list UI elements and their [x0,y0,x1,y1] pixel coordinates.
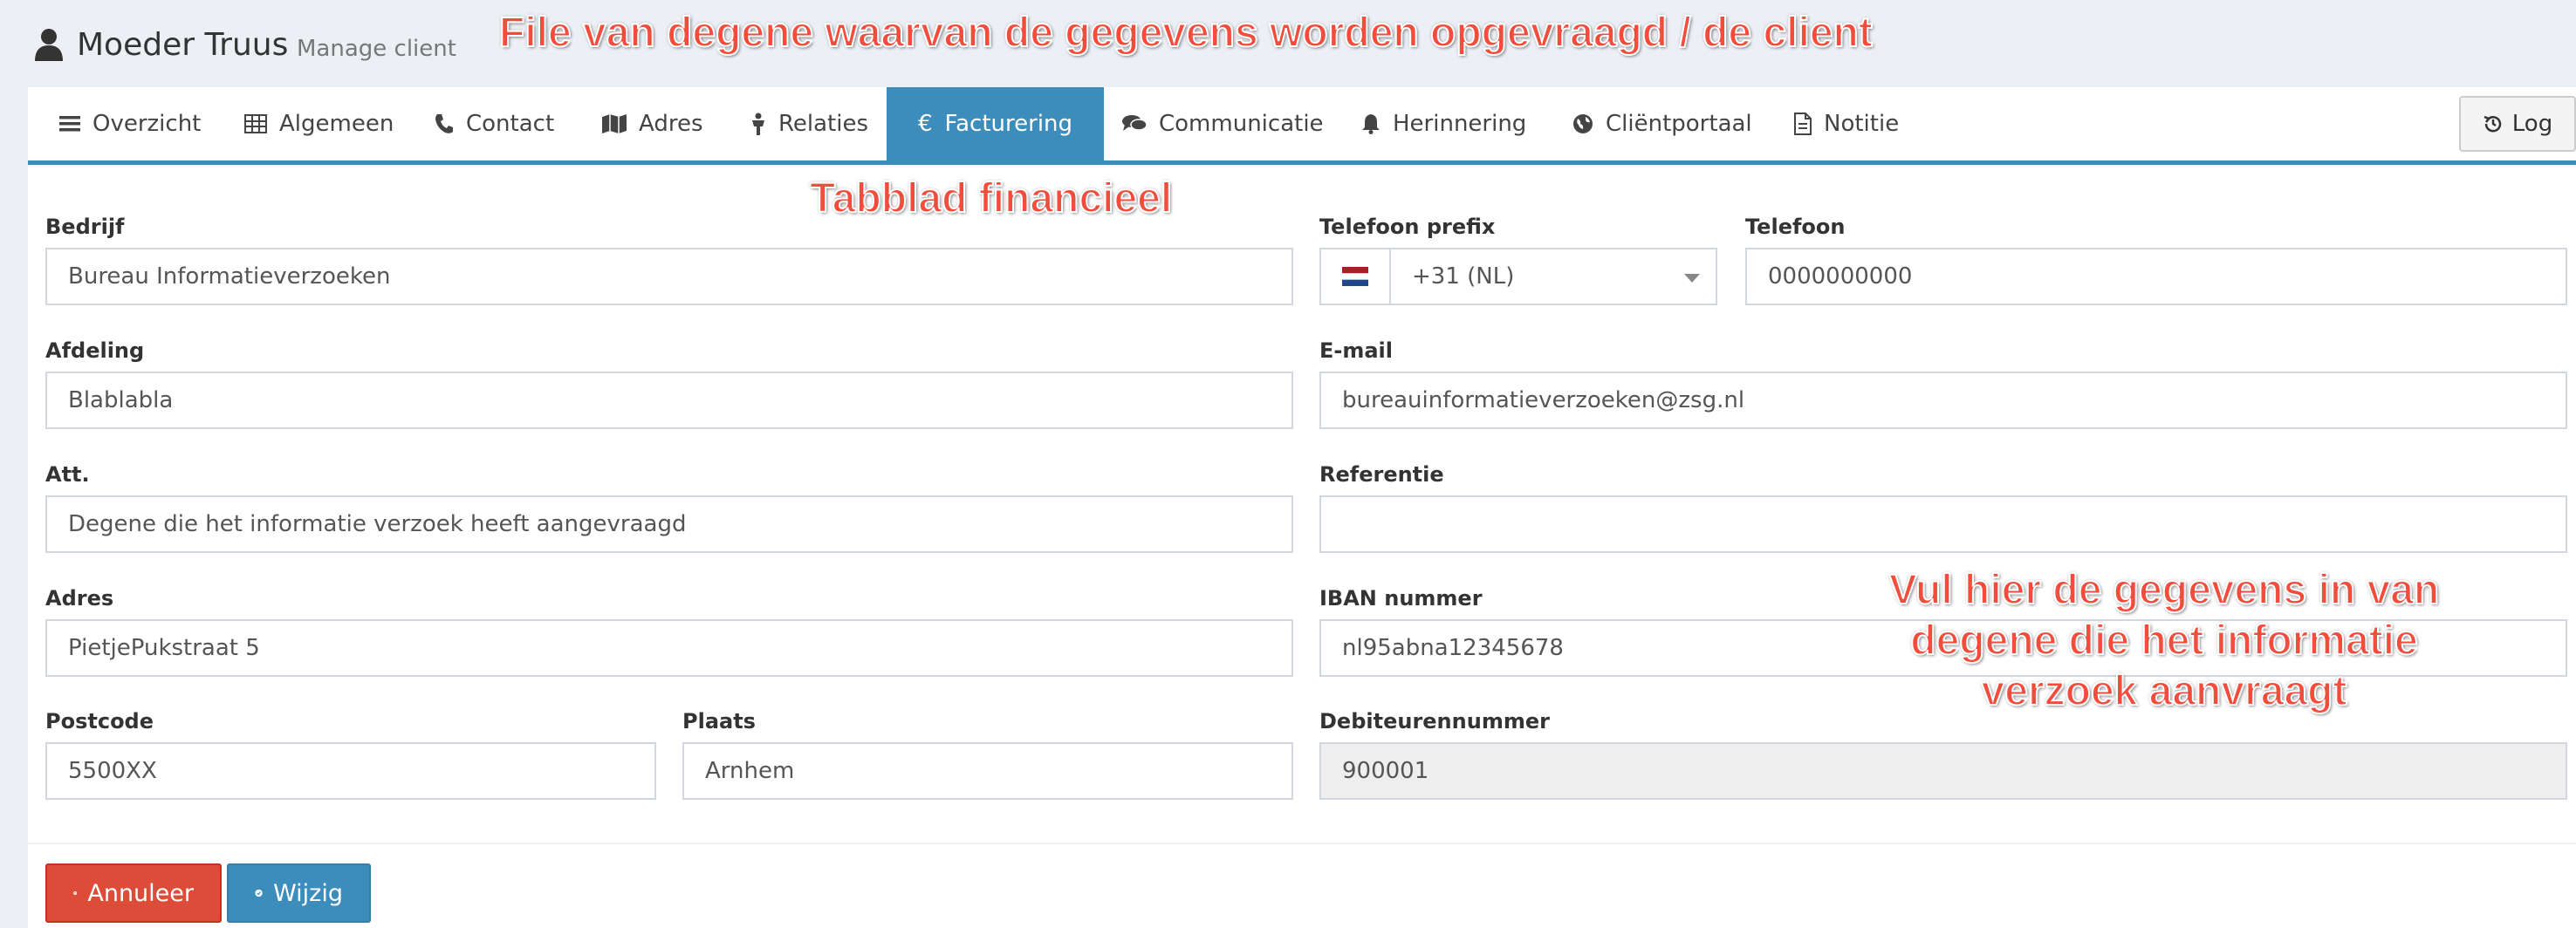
save-button[interactable]: Wijzig [227,863,371,923]
tab-label: Overzicht [92,111,202,137]
telefoon-prefix-value: +31 (NL) [1412,263,1515,290]
bedrijf-input[interactable]: Bureau Informatieverzoeken [45,248,1293,305]
email-label: E-mail [1319,338,1394,363]
tab-adres[interactable]: Adres [602,87,703,160]
map-icon [602,114,627,133]
afdeling-label: Afdeling [45,338,145,363]
caret-down-icon [1684,274,1700,283]
iban-label: IBAN nummer [1319,586,1483,611]
page-subtitle: Manage client [297,36,456,62]
debiteurennummer-input: 900001 [1319,742,2567,800]
telefoon-label: Telefoon [1745,215,1846,239]
annotation-right-line: degene die het informatie [1909,617,2418,665]
tab-label: Notitie [1824,111,1900,137]
referentie-label: Referentie [1319,462,1444,487]
postcode-input[interactable]: 5500XX [45,742,656,800]
people-icon [752,113,764,135]
phone-icon [435,114,453,133]
times-circle-icon [73,891,78,895]
email-input[interactable]: bureauinformatieverzoeken@zsg.nl [1319,372,2567,429]
tab-contact[interactable]: Contact [435,87,554,160]
telefoon-prefix-select[interactable]: +31 (NL) [1389,248,1717,305]
annotation-right-line: verzoek aanvraagt [1981,667,2348,715]
adres-label: Adres [45,586,114,611]
tab-label: Cliëntportaal [1606,111,1752,137]
bedrijf-label: Bedrijf [45,215,125,239]
tab-label: Herinnering [1393,111,1527,137]
annotation-top: File van degene waarvan de gegevens word… [498,9,1874,57]
adres-input[interactable]: PietjePukstraat 5 [45,619,1293,677]
euro-icon: € [918,111,933,137]
annotation-right: Vul hier de gegevens in van degene die h… [1850,565,2478,717]
tab-label: Algemeen [279,111,394,137]
att-label: Att. [45,462,90,487]
tab-algemeen[interactable]: Algemeen [244,87,394,160]
plaats-label: Plaats [682,709,756,734]
table-icon [244,114,267,133]
tab-notitie[interactable]: Notitie [1794,87,1899,160]
file-icon [1794,113,1812,135]
annotation-right-line: Vul hier de gegevens in van [1888,566,2440,614]
comments-icon [1122,115,1147,131]
tab-label: Communicatie [1159,111,1324,137]
annotation-tab: Tabblad financieel [809,174,1173,222]
bell-icon [1362,114,1380,134]
cancel-button-label: Annuleer [87,879,194,907]
history-icon [2484,115,2501,133]
tab-clientportaal[interactable]: Cliëntportaal [1572,87,1752,160]
save-button-label: Wijzig [273,879,343,907]
postcode-label: Postcode [45,709,154,734]
telefoon-input[interactable]: 0000000000 [1745,248,2567,305]
tab-communicatie[interactable]: Communicatie [1122,87,1324,160]
referentie-input[interactable] [1319,495,2567,553]
debiteurennummer-label: Debiteurennummer [1319,709,1550,734]
log-button-label: Log [2511,111,2553,137]
afdeling-input[interactable]: Blablabla [45,372,1293,429]
tab-label: Contact [466,111,555,137]
tab-relaties[interactable]: Relaties [750,87,868,160]
tab-label: Relaties [778,111,869,137]
cancel-button[interactable]: Annuleer [45,863,222,923]
log-button[interactable]: Log [2459,96,2576,152]
telefoon-prefix-label: Telefoon prefix [1319,215,1496,239]
globe-icon [1573,114,1593,133]
tab-label: Facturering [944,111,1073,137]
list-icon [59,116,80,132]
user-icon [35,29,63,61]
page-title: Moeder Truus [77,27,289,63]
plaats-input[interactable]: Arnhem [682,742,1293,800]
tab-bar: Overzicht Algemeen Contact Adres Relatie… [28,87,2576,165]
check-circle-icon [255,889,263,897]
tab-label: Adres [639,111,703,137]
flag-nl-icon [1319,248,1391,305]
tab-facturering[interactable]: € Facturering [887,87,1105,160]
form-divider [28,843,2576,844]
att-input[interactable]: Degene die het informatie verzoek heeft … [45,495,1293,553]
tab-overzicht[interactable]: Overzicht [59,87,201,160]
tab-herinnering[interactable]: Herinnering [1361,87,1526,160]
